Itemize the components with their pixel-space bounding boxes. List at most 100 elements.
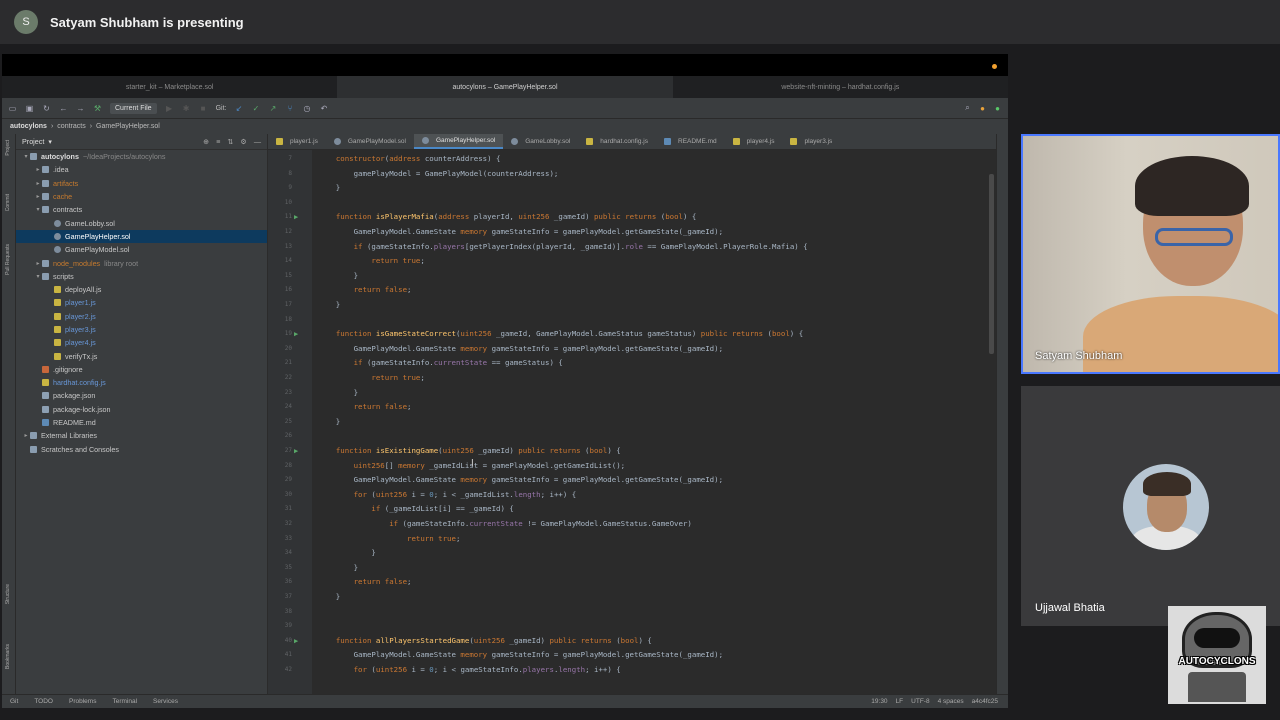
code-line[interactable]: GamePlayModel.GameState memory gameState… [318, 648, 723, 662]
participant-tile[interactable]: Ujjawal Bhatia [1021, 386, 1280, 626]
status-tool-button[interactable]: Terminal [104, 698, 145, 705]
code-line[interactable]: } [318, 181, 340, 195]
tree-item[interactable]: package-lock.json [16, 403, 267, 416]
code-line[interactable]: function isGameStateCorrect(uint256 _gam… [318, 327, 803, 341]
tree-item[interactable]: ▾ contracts [16, 203, 267, 216]
tree-item[interactable]: player3.js [16, 323, 267, 336]
editor-tab[interactable]: GamePlayHelper.sol [414, 134, 504, 149]
plugin-icon[interactable]: ● [993, 104, 1002, 113]
code-line[interactable]: return false; [318, 400, 412, 414]
search-icon[interactable]: ⌕ [963, 103, 972, 113]
code-line[interactable]: return false; [318, 283, 412, 297]
chevron-down-icon[interactable]: ▾ [34, 206, 42, 213]
tree-item[interactable]: player4.js [16, 336, 267, 349]
code-line[interactable]: return true; [318, 371, 424, 385]
code-line[interactable]: if (gameStateInfo.players[getPlayerIndex… [318, 240, 808, 254]
tree-item[interactable]: player2.js [16, 310, 267, 323]
status-tool-button[interactable]: Problems [61, 698, 104, 705]
folder-icon[interactable]: ▭ [8, 104, 17, 113]
project-tool-tab[interactable]: Project [5, 140, 11, 156]
debug-icon[interactable]: ✱ [182, 104, 191, 113]
chevron-right-icon[interactable]: ▸ [22, 432, 30, 439]
code-line[interactable]: function isPlayerMafia(address playerId,… [318, 210, 697, 224]
chevron-right-icon[interactable]: ▸ [34, 180, 42, 187]
run-gutter-icon[interactable]: ▶ [294, 634, 298, 648]
project-view-select[interactable]: Project [22, 137, 44, 146]
history-icon[interactable]: ◷ [302, 104, 311, 113]
status-info[interactable]: 4 spaces [938, 698, 964, 705]
tree-item[interactable]: ▾ autocylons ~/IdeaProjects/autocylons [16, 150, 267, 163]
tree-item[interactable]: README.md [16, 416, 267, 429]
code-line[interactable]: } [318, 415, 340, 429]
run-icon[interactable]: ▶ [165, 104, 174, 113]
git-update-icon[interactable]: ↙ [234, 104, 243, 113]
status-info[interactable]: LF [896, 698, 904, 705]
chevron-down-icon[interactable]: ▾ [34, 273, 42, 280]
tree-item[interactable]: .gitignore [16, 363, 267, 376]
status-info[interactable]: a4c4fc25 [972, 698, 998, 705]
tree-item[interactable]: Scratches and Consoles [16, 443, 267, 456]
chevron-right-icon[interactable]: ▸ [34, 260, 42, 267]
tree-item[interactable]: GamePlayModel.sol [16, 243, 267, 256]
code-line[interactable]: constructor(address counterAddress) { [318, 152, 501, 166]
back-icon[interactable]: ← [59, 104, 68, 113]
stop-icon[interactable]: ■ [199, 104, 208, 113]
code-line[interactable]: for (uint256 i = 0; i < _gameIdList.leng… [318, 488, 577, 502]
rollback-icon[interactable]: ↶ [319, 104, 328, 113]
tree-item[interactable]: ▸ cache [16, 190, 267, 203]
code-line[interactable]: function allPlayersStartedGame(uint256 _… [318, 634, 652, 648]
tree-item[interactable]: deployAll.js [16, 283, 267, 296]
code-editor[interactable]: 7 constructor(address counterAddress) {8… [285, 150, 1008, 694]
commit-tool-tab[interactable]: Commit [5, 194, 11, 211]
hammer-icon[interactable]: ⚒ [93, 104, 102, 113]
status-tool-button[interactable]: Git [2, 698, 26, 705]
bookmarks-tool-tab[interactable]: Bookmarks [5, 644, 11, 669]
refresh-icon[interactable]: ↻ [42, 104, 51, 113]
scrollbar[interactable] [989, 174, 994, 354]
editor-tab[interactable]: player1.js [268, 134, 326, 149]
locate-icon[interactable]: ⊕ [203, 137, 209, 146]
editor-tab[interactable]: README.md [656, 134, 725, 149]
window-tab[interactable]: starter_kit – Marketplace.sol [2, 76, 337, 98]
tree-item[interactable]: player1.js [16, 296, 267, 309]
code-line[interactable]: } [318, 269, 358, 283]
git-branch-icon[interactable]: ⑂ [285, 104, 294, 113]
code-line[interactable]: GamePlayModel.GameState memory gameState… [318, 473, 723, 487]
code-line[interactable]: } [318, 298, 340, 312]
chevron-right-icon[interactable]: ▸ [34, 193, 42, 200]
code-line[interactable]: GamePlayModel.GameState memory gameState… [318, 342, 723, 356]
code-line[interactable]: gamePlayModel = GamePlayModel(counterAdd… [318, 167, 559, 181]
editor-tab[interactable]: GameLobby.sol [503, 134, 578, 149]
status-tool-button[interactable]: TODO [26, 698, 61, 705]
code-line[interactable]: GamePlayModel.GameState memory gameState… [318, 225, 723, 239]
hide-icon[interactable]: — [254, 137, 261, 146]
code-line[interactable]: function isExistingGame(uint256 _gameId)… [318, 444, 621, 458]
tree-item[interactable]: GamePlayHelper.sol [16, 229, 267, 244]
git-commit-icon[interactable]: ✓ [251, 104, 260, 113]
tree-item[interactable]: ▸ .idea [16, 163, 267, 176]
tree-item[interactable]: ▾ scripts [16, 270, 267, 283]
chevron-right-icon[interactable]: ▸ [34, 166, 42, 173]
tree-item[interactable]: package.json [16, 389, 267, 402]
code-line[interactable]: if (gameStateInfo.currentState == gameSt… [318, 356, 563, 370]
structure-tool-tab[interactable]: Structure [5, 584, 11, 604]
forward-icon[interactable]: → [76, 104, 85, 113]
window-tab-active[interactable]: autocylons – GamePlayHelper.sol [337, 76, 673, 98]
tree-item[interactable]: verifyTx.js [16, 349, 267, 362]
save-icon[interactable]: ▣ [25, 104, 34, 113]
tree-item[interactable]: hardhat.config.js [16, 376, 267, 389]
editor-tab[interactable]: player4.js [725, 134, 783, 149]
tree-item[interactable]: ▸ External Libraries [16, 429, 267, 442]
run-gutter-icon[interactable]: ▶ [294, 210, 298, 224]
ide-update-icon[interactable]: ● [978, 104, 987, 113]
pull-requests-tool-tab[interactable]: Pull Requests [5, 244, 11, 275]
run-gutter-icon[interactable]: ▶ [294, 444, 298, 458]
code-line[interactable]: return false; [318, 575, 412, 589]
code-line[interactable]: return true; [318, 254, 424, 268]
breadcrumb-item[interactable]: contracts [57, 123, 85, 130]
collapse-icon[interactable]: ≡ [216, 137, 220, 146]
run-config-select[interactable]: Current File [110, 102, 157, 114]
code-line[interactable]: for (uint256 i = 0; i < gameStateInfo.pl… [318, 663, 621, 677]
code-line[interactable]: } [318, 546, 375, 560]
code-line[interactable]: } [318, 590, 340, 604]
